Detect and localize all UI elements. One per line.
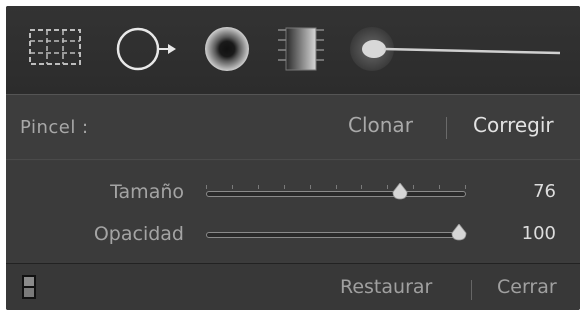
size-slider[interactable]: [206, 191, 466, 197]
slider-tick: [361, 185, 362, 189]
opacity-label: Opacidad: [93, 223, 184, 245]
divider: [6, 159, 580, 160]
slider-tick: [258, 185, 259, 189]
slider-group: Tamaño 76 Opacidad 100: [6, 161, 580, 261]
brush-label: Pincel :: [20, 117, 89, 138]
graduated-filter-icon[interactable]: [264, 16, 334, 80]
panel-footer: Restaurar Cerrar: [6, 264, 580, 310]
panel-toggle-switch[interactable]: [22, 275, 36, 299]
reset-button[interactable]: Restaurar: [340, 276, 432, 298]
spot-removal-icon[interactable]: [110, 16, 180, 80]
brush-mode-row: Pincel : Clonar Corregir: [6, 95, 580, 159]
clone-option[interactable]: Clonar: [348, 113, 413, 137]
slider-tick: [336, 185, 337, 189]
size-value[interactable]: 76: [533, 181, 556, 202]
crop-overlay-icon[interactable]: [20, 16, 90, 80]
tool-strip: [6, 6, 580, 94]
slider-tick: [232, 185, 233, 189]
slider-tick: [310, 185, 311, 189]
close-button[interactable]: Cerrar: [497, 276, 557, 298]
adjustment-brush-icon[interactable]: [344, 16, 564, 80]
option-separator: [446, 117, 447, 139]
slider-tick: [284, 185, 285, 189]
slider-tick: [465, 185, 466, 189]
slider-tick: [439, 185, 440, 189]
slider-tick: [206, 185, 207, 189]
opacity-slider[interactable]: [206, 232, 466, 238]
opacity-value[interactable]: 100: [522, 223, 556, 244]
slider-tick: [413, 185, 414, 189]
spot-removal-panel: Pincel : Clonar Corregir Tamaño 76 Opaci…: [6, 6, 580, 310]
red-eye-correction-icon[interactable]: [192, 16, 262, 80]
size-label: Tamaño: [110, 181, 184, 203]
heal-option[interactable]: Corregir: [473, 113, 554, 137]
footer-separator: [471, 280, 472, 300]
slider-tick: [387, 185, 388, 189]
